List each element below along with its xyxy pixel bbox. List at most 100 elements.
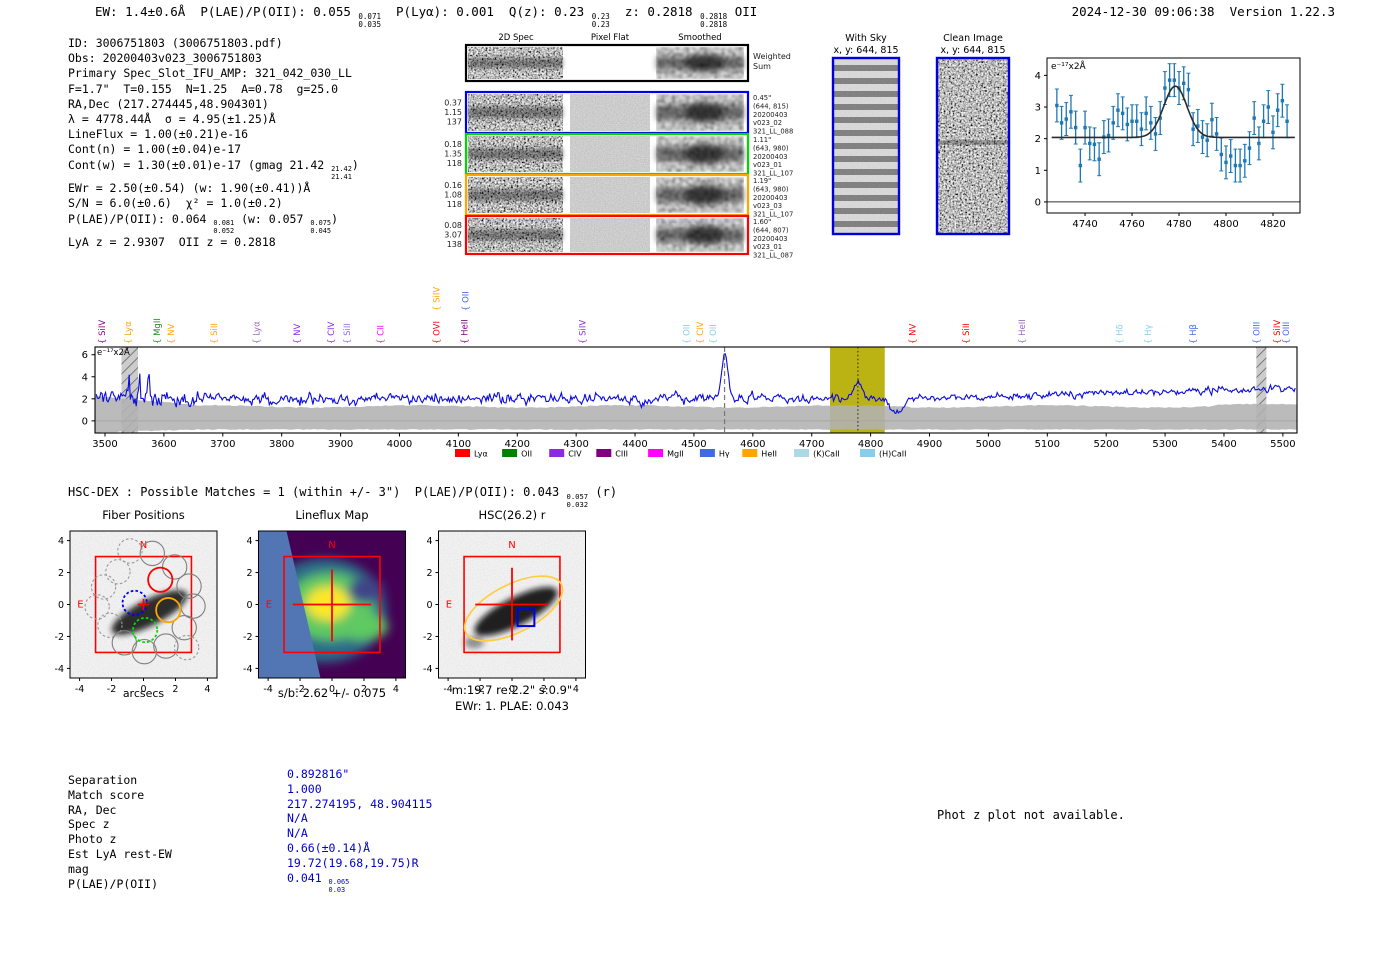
- pixel-flat-panel: [570, 177, 650, 213]
- data-point: [1074, 126, 1077, 129]
- cutout-row: 0.083.071381.60"(644, 807)20200403v023_0…: [444, 216, 793, 260]
- map-y-tick: 0: [246, 600, 252, 611]
- map-title: Lineflux Map: [295, 508, 368, 522]
- emission-line-label: { SiIV: [433, 287, 443, 311]
- timestamp-version: 2024-12-30 09:06:38 Version 1.22.3: [1040, 4, 1335, 19]
- stacked-uncertainty: 0.0570.032: [567, 493, 589, 509]
- legend-label: CIII: [615, 450, 628, 459]
- map-y-tick: 4: [58, 536, 64, 547]
- data-point: [1191, 127, 1194, 130]
- text-segment: EW: 1.4±0.6Å P(LAE)/P(OII): 0.055: [95, 4, 358, 19]
- north-label: N: [508, 540, 515, 551]
- match-row-value: 217.274195, 48.904115: [287, 797, 432, 812]
- emission-line-label: { SiII: [962, 323, 972, 344]
- fiber-id-label: (644, 815): [753, 102, 789, 110]
- map-y-tick: 4: [246, 536, 252, 547]
- match-table-values: 0.892816"1.000217.274195, 48.904115N/AN/…: [287, 767, 432, 894]
- hsc-dex-match-line: HSC-DEX : Possible Matches = 1 (within +…: [68, 485, 617, 508]
- fiber-weight-label: 0.37: [444, 99, 462, 108]
- data-point: [1201, 135, 1204, 138]
- map-x-tick: -2: [107, 684, 116, 695]
- text-segment: RA,Dec (217.274445,48.904301): [68, 97, 269, 111]
- detection-info-block: ID: 3006751803 (3006751803.pdf)Obs: 2020…: [68, 36, 359, 250]
- text-segment: P(Lyα): 0.001 Q(z): 0.23: [381, 4, 592, 19]
- match-row-label: P(LAE)/P(OII): [68, 877, 172, 892]
- text-segment: z: 0.2818: [610, 4, 700, 19]
- map-title: Fiber Positions: [102, 508, 185, 522]
- text-segment: 217.274195, 48.904115: [287, 797, 432, 811]
- data-point: [1154, 132, 1157, 135]
- inset-x-tick: 4760: [1119, 219, 1144, 230]
- fiber-id-label: 20200403: [753, 194, 788, 202]
- emission-line-label: { OII: [461, 291, 471, 311]
- text-segment: OII: [727, 4, 757, 19]
- north-label: N: [328, 540, 335, 551]
- fiber-weight-label: 138: [447, 240, 462, 249]
- east-label: E: [266, 600, 272, 611]
- cutout-column-header: Pixel Flat: [591, 33, 630, 43]
- legend-label: (H)CaII: [879, 450, 906, 459]
- pixel-flat-panel: [570, 94, 650, 131]
- match-row-label: Spec z: [68, 817, 172, 832]
- version-label: Version 1.22.3: [1230, 4, 1335, 19]
- match-table-labels: SeparationMatch scoreRA, DecSpec zPhoto …: [68, 773, 172, 891]
- spectrum-x-tick: 4800: [858, 439, 883, 450]
- data-point: [1210, 118, 1213, 121]
- data-point: [1224, 161, 1227, 164]
- fiber-weight-label: 118: [447, 200, 462, 209]
- spectrum-x-tick: 5000: [976, 439, 1001, 450]
- map-y-tick: -4: [243, 664, 252, 675]
- map-y-tick: 2: [246, 568, 252, 579]
- fiber-weight-label: 1.15: [444, 108, 462, 117]
- spectrum-x-tick: 5100: [1035, 439, 1060, 450]
- spectrum-x-tick: 3500: [92, 439, 117, 450]
- data-point: [1248, 146, 1251, 149]
- map-x-label2: EWr: 1. PLAE: 0.043: [455, 699, 569, 713]
- map-x-tick: -4: [263, 684, 272, 695]
- spectrum-x-tick: 4100: [446, 439, 471, 450]
- info-line: EWr = 2.50(±0.54) (w: 1.90(±0.41))Å: [68, 181, 359, 196]
- data-point: [1215, 132, 1218, 135]
- map-title: HSC(26.2) r: [479, 508, 546, 522]
- emission-line-label: { NV: [167, 324, 177, 344]
- text-segment: Obs: 20200403v023_3006751803: [68, 51, 262, 65]
- fiber-id-label: (643, 980): [753, 185, 789, 193]
- spectrum-x-tick: 3600: [151, 439, 176, 450]
- fiber-id-label: v023_02: [753, 119, 782, 127]
- clean-image-title: Clean Image: [943, 33, 1003, 44]
- map-y-tick: 0: [58, 600, 64, 611]
- fiber-weight-label: 1.35: [444, 149, 462, 158]
- clean-image-coords: x, y: 644, 815: [940, 45, 1005, 56]
- data-point: [1262, 120, 1265, 123]
- fiber-id-label: 1.60": [753, 218, 771, 226]
- phot-z-note: Phot z plot not available.: [937, 808, 1125, 822]
- info-line: Cont(n) = 1.00(±0.04)e-17: [68, 142, 359, 157]
- map-y-tick: -4: [423, 664, 432, 675]
- spectrum-units-label: e⁻¹⁷x2Å: [97, 346, 130, 358]
- emission-line-label: { SiIV: [579, 320, 589, 344]
- spectrum-y-tick: 0: [82, 416, 88, 427]
- spectrum-x-tick: 5400: [1211, 439, 1236, 450]
- data-point: [1238, 164, 1241, 167]
- legend-label: CIV: [568, 450, 582, 459]
- match-row-label: Photo z: [68, 832, 172, 847]
- text-segment: S/N = 6.0(±0.6) χ² = 1.0(±0.2): [68, 196, 283, 210]
- text-segment: EWr = 2.50(±0.54) (w: 1.90(±0.41))Å: [68, 181, 310, 195]
- emission-line-label: { CIV: [696, 321, 706, 344]
- data-point: [1130, 120, 1133, 123]
- fiber-id-label: v023_01: [753, 161, 782, 169]
- text-segment: (r): [588, 485, 617, 499]
- legend-swatch: [549, 449, 564, 457]
- line-fit-inset-chart: 4740476047804800482001234e⁻¹⁷x2Å: [1035, 58, 1300, 230]
- inset-x-tick: 4740: [1072, 219, 1097, 230]
- inset-y-tick: 3: [1035, 103, 1041, 114]
- emission-line-label: { HeII: [1018, 319, 1028, 344]
- data-point: [1276, 108, 1279, 111]
- data-point: [1144, 112, 1147, 115]
- cutout-column-header: 2D Spec: [498, 33, 534, 43]
- data-point: [1055, 104, 1058, 107]
- info-line: Obs: 20200403v023_3006751803: [68, 51, 359, 66]
- fiber-weight-label: 0.16: [444, 181, 462, 190]
- info-line: Cont(w) = 1.30(±0.01)e-17 (gmag 21.42 21…: [68, 158, 359, 182]
- cutout-row: 0.371.151370.45"(644, 815)20200403v023_0…: [444, 92, 793, 136]
